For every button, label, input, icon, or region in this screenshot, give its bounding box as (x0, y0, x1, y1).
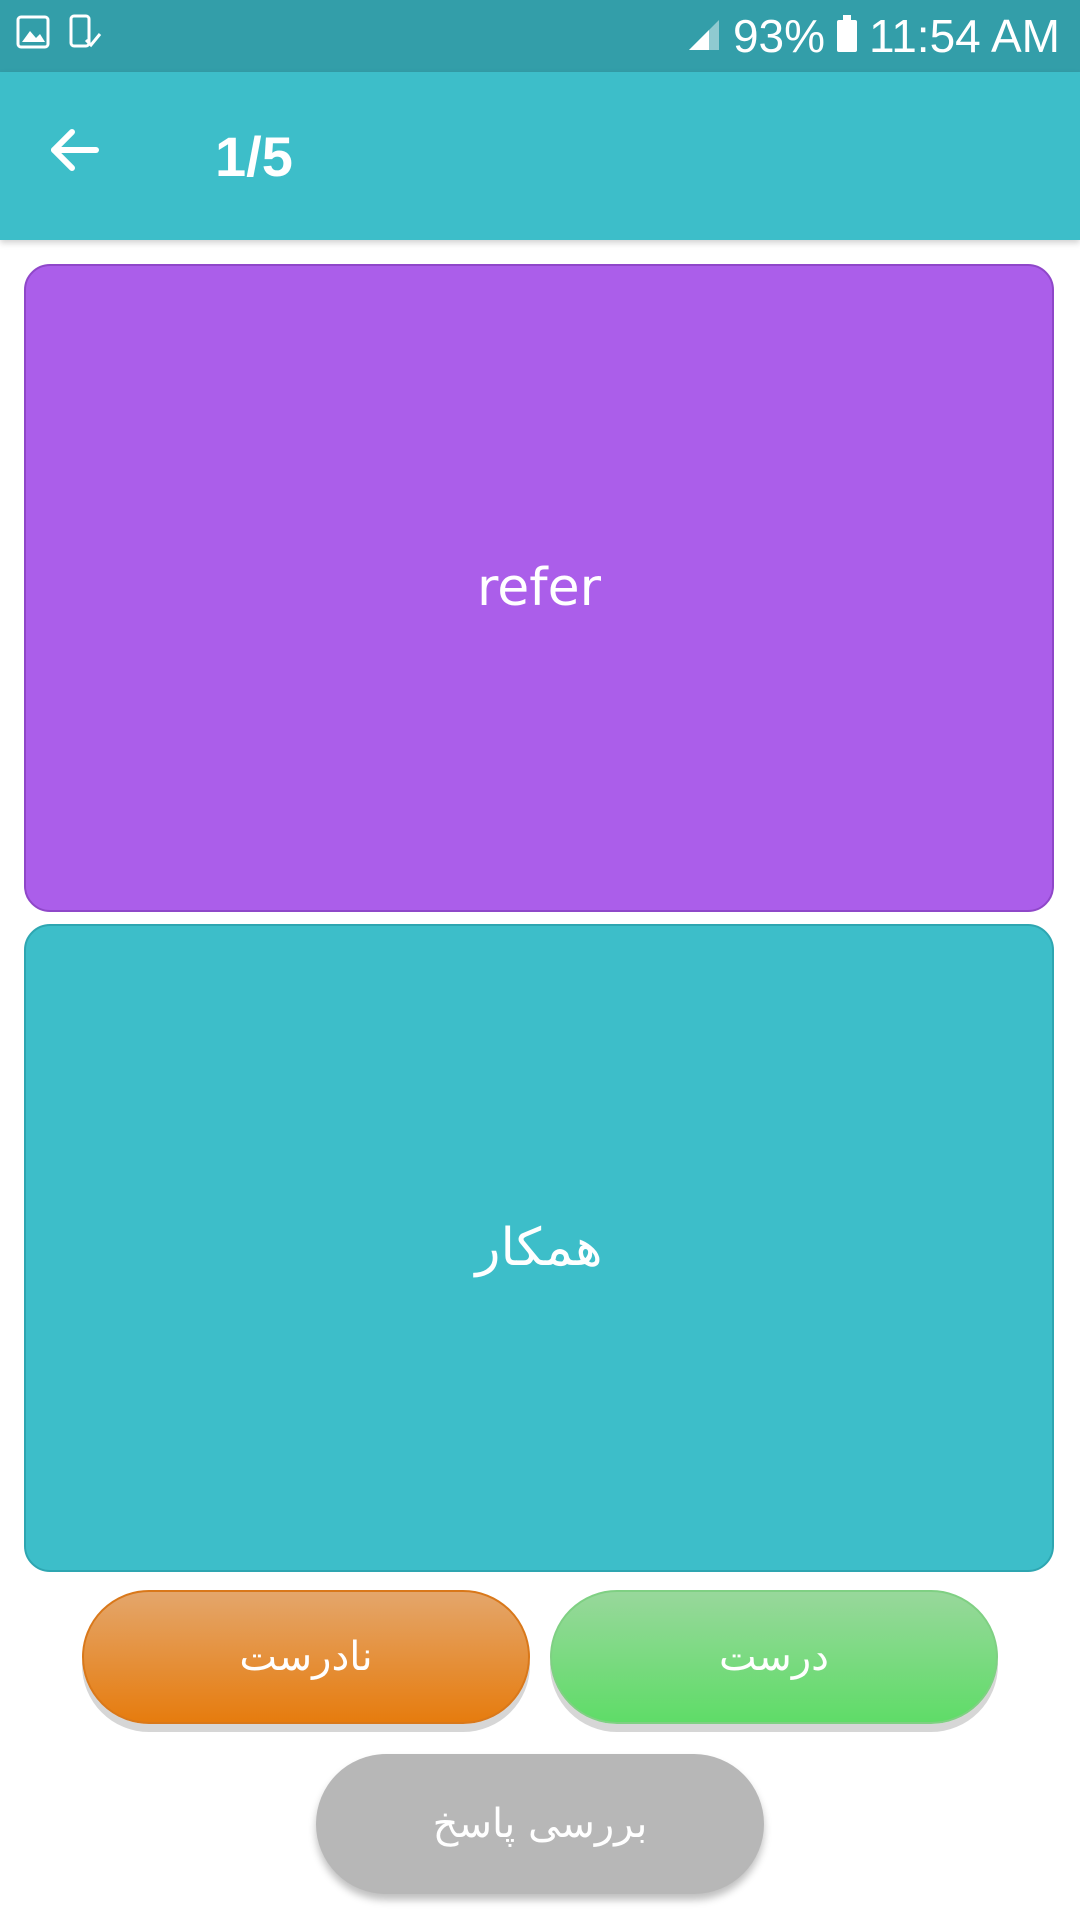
arrow-left-icon (46, 122, 102, 182)
device-check-icon (68, 14, 102, 54)
page-title: 1/5 (215, 124, 293, 188)
app-bar: 1/5 (0, 72, 1080, 240)
correct-button[interactable]: درست (550, 1590, 998, 1724)
status-bar: 93% 11:54 AM (0, 0, 1080, 72)
gallery-icon (16, 15, 50, 53)
clock: 11:54 AM (869, 10, 1060, 62)
word-text: refer (477, 558, 601, 618)
battery-percent: 93% (732, 10, 826, 62)
status-right: 93% 11:54 AM (687, 0, 1060, 72)
battery-icon (837, 15, 858, 52)
word-card[interactable]: refer (24, 264, 1054, 912)
signal-icon (687, 9, 721, 63)
status-left-icons (16, 14, 102, 54)
back-button[interactable] (34, 112, 114, 192)
wrong-button-label: نادرست (239, 1634, 373, 1680)
wrong-button[interactable]: نادرست (82, 1590, 530, 1724)
meaning-text: همکار (475, 1218, 603, 1278)
check-answer-label: بررسی پاسخ (432, 1801, 648, 1847)
correct-button-label: درست (719, 1634, 829, 1680)
check-answer-button[interactable]: بررسی پاسخ (316, 1754, 764, 1894)
meaning-card[interactable]: همکار (24, 924, 1054, 1572)
